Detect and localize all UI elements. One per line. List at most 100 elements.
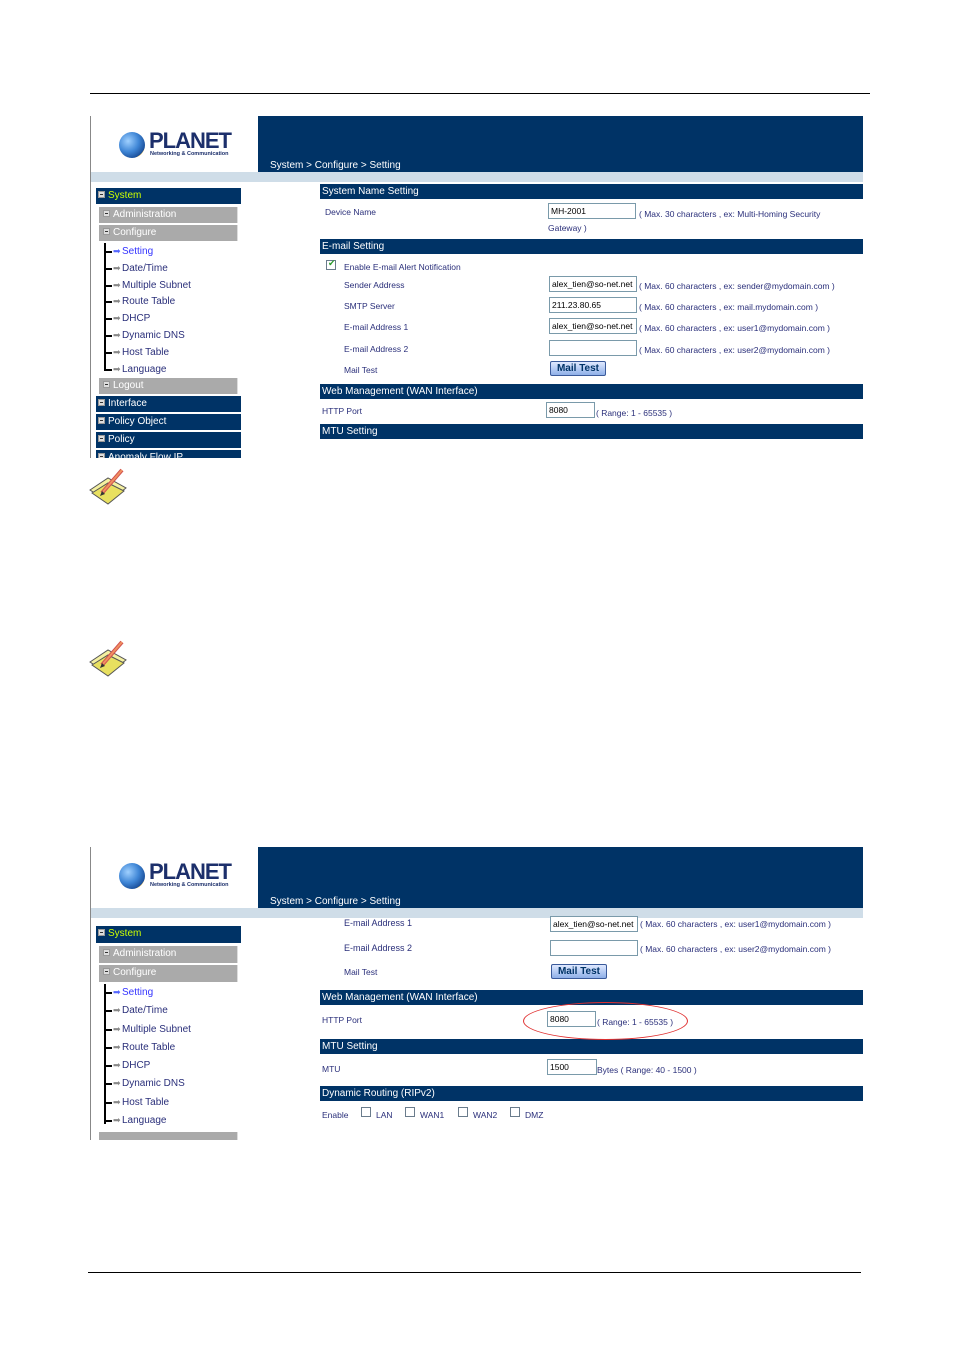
page-bottom-rule (88, 1272, 861, 1273)
sidebar-item-setting[interactable]: ➡ Setting (104, 984, 241, 1002)
http-port-label: HTTP Port (322, 1015, 362, 1025)
sidebar-item-language[interactable]: ➡ Language (104, 361, 241, 378)
email-address-1-input[interactable]: alex_tien@so-net.net (550, 916, 638, 932)
device-name-hint-cont: Gateway ) (548, 223, 587, 233)
expand-icon (103, 210, 110, 217)
sidebar-item-dynamic-dns[interactable]: ➡ Dynamic DNS (104, 1075, 241, 1093)
sidebar-item-host-table[interactable]: ➡ Host Table (104, 1094, 241, 1112)
sidebar-item-dhcp[interactable]: ➡ DHCP (104, 310, 241, 327)
enable-email-checkbox[interactable] (326, 258, 336, 270)
arrow-right-icon: ➡ (113, 279, 121, 290)
sender-address-input[interactable]: alex_tien@so-net.net (549, 276, 637, 292)
expand-icon (103, 381, 110, 389)
logo-area: PLANET Networking & Communication (91, 847, 258, 903)
sidebar-item-date-time[interactable]: ➡ Date/Time (104, 260, 241, 277)
sidebar-interface[interactable]: Interface (96, 396, 241, 413)
sidebar: System Administration Configure ➡ Setting… (96, 188, 241, 458)
configure-tree: ➡ Setting ➡ Date/Time ➡ Multiple Subnet ➡ Ro… (104, 984, 241, 1130)
section-mtu: MTU Setting (320, 424, 863, 439)
logo-tagline: Networking & Communication (150, 151, 229, 157)
device-name-hint: ( Max. 30 characters , ex: Multi-Homing … (639, 209, 821, 219)
email-address-1-hint: ( Max. 60 characters , ex: user1@mydomai… (640, 919, 831, 929)
screenshot-setting-page-1: PLANET Networking & Communication System… (90, 116, 863, 458)
sidebar-item-date-time[interactable]: ➡ Date/Time (104, 1002, 241, 1020)
section-mtu: MTU Setting (320, 1039, 863, 1054)
breadcrumb: System > Configure > Setting (270, 896, 401, 907)
email-address-2-input[interactable] (549, 340, 637, 356)
sidebar-item-host-table[interactable]: ➡ Host Table (104, 344, 241, 361)
collapse-icon (103, 228, 110, 235)
sidebar-item-dynamic-dns[interactable]: ➡ Dynamic DNS (104, 327, 241, 344)
section-email: E-mail Setting (320, 239, 863, 254)
sidebar-item-route-table[interactable]: ➡ Route Table (104, 293, 241, 310)
rip-wan2-label: WAN2 (473, 1110, 498, 1120)
sidebar-system[interactable]: System (96, 926, 241, 943)
rip-wan1-checkbox[interactable] (405, 1107, 415, 1117)
sidebar: System Administration Configure ➡ Setting… (96, 926, 241, 1140)
sidebar-item-multiple-subnet[interactable]: ➡ Multiple Subnet (104, 277, 241, 294)
planet-logo: PLANET Networking & Communication (119, 859, 232, 891)
sidebar-configure[interactable]: Configure (99, 965, 238, 982)
smtp-server-input[interactable]: 211.23.80.65 (549, 297, 637, 313)
email-address-2-label: E-mail Address 2 (344, 943, 413, 953)
sidebar-item-multiple-subnet[interactable]: ➡ Multiple Subnet (104, 1021, 241, 1039)
rip-enable-label: Enable (322, 1110, 349, 1120)
notepad-pencil-icon (89, 640, 127, 677)
arrow-right-icon: ➡ (113, 313, 121, 324)
arrow-right-icon: ➡ (113, 246, 121, 256)
mtu-input[interactable]: 1500 (547, 1059, 597, 1075)
sidebar-anomaly-flow-ip[interactable]: Anomaly Flow IP (96, 450, 241, 458)
sidebar-system[interactable]: System (96, 188, 241, 204)
sender-address-label: Sender Address (344, 280, 405, 290)
sender-address-hint: ( Max. 60 characters , ex: sender@mydoma… (639, 281, 835, 291)
sidebar-logout-label: Logout (113, 380, 144, 392)
screenshot-setting-page-2: PLANET Networking & Communication System… (90, 847, 863, 1140)
email-address-2-input[interactable] (550, 940, 638, 956)
http-port-label: HTTP Port (322, 406, 362, 416)
sidebar-configure[interactable]: Configure (99, 225, 238, 241)
sidebar-configure-label: Configure (113, 227, 157, 238)
rip-wan2-checkbox[interactable] (458, 1107, 468, 1117)
rip-dmz-checkbox[interactable] (510, 1107, 520, 1117)
email-address-2-label: E-mail Address 2 (344, 344, 409, 354)
mail-test-button[interactable]: Mail Test (550, 361, 606, 376)
sidebar-administration-label: Administration (113, 948, 177, 959)
http-port-input[interactable]: 8080 (546, 402, 595, 418)
header-banner: System > Configure > Setting (258, 847, 863, 908)
arrow-right-icon: ➡ (113, 1005, 121, 1016)
section-web-management: Web Management (WAN Interface) (320, 384, 863, 399)
sidebar-administration[interactable]: Administration (99, 946, 238, 963)
sidebar-item-route-table[interactable]: ➡ Route Table (104, 1039, 241, 1057)
http-port-hint: ( Range: 1 - 65535 ) (596, 408, 673, 418)
sidebar-policy-object[interactable]: Policy Object (96, 414, 241, 431)
header-divider (91, 172, 863, 182)
rip-lan-checkbox[interactable] (361, 1107, 371, 1117)
email-address-2-hint: ( Max. 60 characters , ex: user2@mydomai… (639, 345, 830, 355)
arrow-right-icon: ➡ (113, 987, 121, 997)
sidebar-administration-label: Administration (113, 209, 177, 220)
header-divider (91, 908, 863, 918)
sidebar-logout[interactable] (99, 1132, 238, 1140)
sidebar-administration[interactable]: Administration (99, 207, 238, 223)
sidebar-logout[interactable]: Logout (99, 378, 238, 395)
sidebar-item-language[interactable]: ➡ Language (104, 1112, 241, 1130)
arrow-right-icon: ➡ (113, 1060, 121, 1071)
email-address-1-input[interactable]: alex_tien@so-net.net (549, 318, 637, 334)
globe-icon (119, 863, 145, 889)
email-address-1-label: E-mail Address 1 (344, 322, 409, 332)
notepad-pencil-icon (89, 468, 127, 505)
device-name-input[interactable]: MH-2001 (548, 203, 636, 219)
device-name-label: Device Name (325, 207, 377, 217)
settings-content: System Name Setting Device Name MH-2001 … (320, 182, 863, 439)
arrow-right-icon: ➡ (113, 1115, 121, 1126)
smtp-server-hint: ( Max. 60 characters , ex: mail.mydomain… (639, 302, 819, 312)
logo-tagline: Networking & Communication (150, 882, 229, 888)
configure-tree: ➡ Setting ➡ Date/Time ➡ Multiple Subnet ➡ Ro… (104, 243, 241, 377)
sidebar-policy[interactable]: Policy (96, 432, 241, 449)
sidebar-item-setting[interactable]: ➡ Setting (104, 243, 241, 260)
arrow-right-icon: ➡ (113, 1096, 121, 1107)
sidebar-system-label: System (108, 190, 142, 201)
header-banner: System > Configure > Setting (258, 116, 863, 172)
sidebar-item-dhcp[interactable]: ➡ DHCP (104, 1057, 241, 1075)
mail-test-button[interactable]: Mail Test (551, 964, 607, 979)
